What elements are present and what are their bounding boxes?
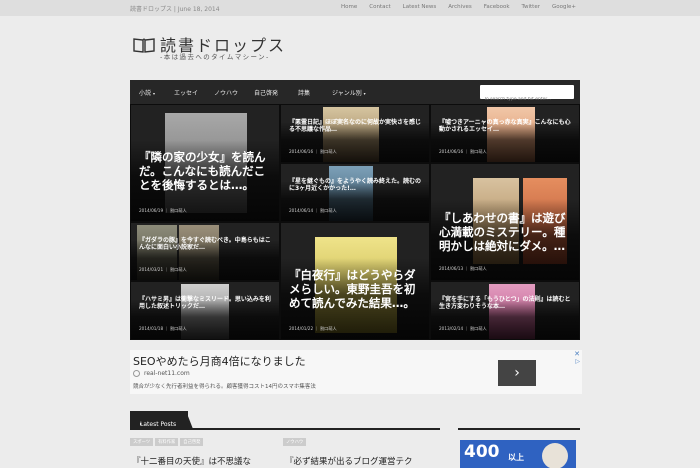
latest-posts-tab[interactable]: Latest Posts ▸ [130,411,188,429]
sidebar-ad[interactable]: 400 以上 [460,440,576,468]
ad-choices-icon[interactable]: ▷ [575,358,580,365]
caret-down-icon: ▾ [152,91,155,96]
post-tags: ノウハウ [283,438,307,446]
caret-right-icon: ▸ [140,421,143,426]
nav-item-genre[interactable]: ジャンル別 ▾ [332,88,366,97]
ad-description: 競合が少なく先行者利益を得られる。顧客獲得コスト14円のスマホ集客法 [133,384,316,390]
sidebar-divider [458,428,580,430]
search-box [480,85,574,107]
top-link-facebook[interactable]: Facebook [484,4,510,10]
top-link-google-plus[interactable]: Google+ [552,4,576,10]
tile-meta: 2014/06/16 ｜ 割口萌人 [289,149,337,154]
site-header: 読書ドロップス -本は過去へのタイムマシーン- [130,30,430,70]
post-title[interactable]: 『十二番目の天使』は不思議な [132,455,251,467]
featured-tile[interactable]: 『嘘つきアーニャの真っ赤な真実』こんなにも心動かされるエッセイ… 2014/06… [430,104,580,163]
featured-tile[interactable]: 『宮を手にする「もうひとつ」の法則』は読むと生き方変わりそうな本… 2013/0… [430,281,580,340]
post-tag[interactable]: スポーツ [130,438,154,446]
nav-item-genre-label: ジャンル別 [332,90,362,97]
tile-title[interactable]: 『星を継ぐもの』をようやく読み終えた。読むのに3ヶ月近くかかった!… [289,178,423,192]
sidebar-ad-text: 以上 [508,453,524,462]
top-link-twitter[interactable]: Twitter [522,4,540,10]
site-logo-subtitle: -本は過去へのタイムマシーン- [160,53,270,61]
close-icon[interactable]: ✕ [574,350,580,358]
top-link-contact[interactable]: Contact [369,4,390,10]
featured-tile[interactable]: 『しあわせの書』は遊び心満載のミステリー。種明かしは絶対にダメ。… 2014/0… [430,163,580,281]
top-brand: 読書ドロップス [130,6,173,13]
top-link-archives[interactable]: Archives [448,4,471,10]
nav-item-novel[interactable]: 小説 ▾ [139,88,155,97]
tile-title[interactable]: 『隣の家の少女』を読んだ。こんなにも読んだことを後悔するとは…。 [139,150,273,192]
featured-grid: 『隣の家の少女』を読んだ。こんなにも読んだことを後悔するとは…。 2014/06… [130,104,580,340]
globe-icon [133,370,140,377]
tile-title[interactable]: 『白夜行』はどうやらダメらしい。東野圭吾を初めて読んでみた結果…。 [289,268,423,310]
latest-posts-tab-angle [186,411,193,429]
tile-meta: 2014/06/13 ｜ 割口萌人 [439,266,487,271]
tile-meta: 2014/06/19 ｜ 割口萌人 [139,208,187,213]
featured-tile[interactable]: 『星を継ぐもの』をようやく読み終えた。読むのに3ヶ月近くかかった!… 2014/… [280,163,430,222]
tile-meta: 2014/06/14 ｜ 割口萌人 [289,208,337,213]
book-icon [133,38,155,53]
tile-title[interactable]: 『嘘つきアーニャの真っ赤な真実』こんなにも心動かされるエッセイ… [439,119,573,133]
tile-meta: 2014/06/16 ｜ 割口萌人 [439,149,487,154]
nav-item-novel-label: 小説 [139,90,152,97]
tile-title[interactable]: 『悪霊日記』ほぼ実名なのに何故か実快さを感じる不思議な作品… [289,119,423,133]
post-tag[interactable]: 有料作家 [155,438,179,446]
featured-tile[interactable]: 『ハサミ男』は衝撃なミスリード。思い込みを利用した叙述トリックだ… 2014/0… [130,281,280,340]
featured-tile[interactable]: 『白夜行』はどうやらダメらしい。東野圭吾を初めて読んでみた結果…。 2014/0… [280,222,430,340]
top-bar: 読書ドロップス | June 18, 2014 Home Contact Lat… [0,0,700,16]
top-links: Home Contact Latest News Archives Facebo… [329,4,576,10]
nav-item-essay[interactable]: エッセイ [174,88,198,97]
tile-title[interactable]: 『しあわせの書』は遊び心満載のミステリー。種明かしは絶対にダメ。… [439,211,573,253]
ad-banner[interactable]: SEOやめたら月商4倍になりました real-net11.com 競合が少なく先… [130,350,582,394]
tile-title[interactable]: 『ガダラの豚』を今すぐ読むべき。中島らもはこんなに面白い小説家だ… [139,237,273,251]
tile-meta: 2014/01/18 ｜ 割口萌人 [139,326,187,331]
nav-item-knowhow[interactable]: ノウハウ [214,88,238,97]
featured-tile[interactable]: 『隣の家の少女』を読んだ。こんなにも読んだことを後悔するとは…。 2014/06… [130,104,280,222]
nav-item-self-help[interactable]: 自己啓発 [254,88,278,97]
post-tag[interactable]: 自己啓発 [180,438,204,446]
top-brand-date: 読書ドロップス | June 18, 2014 [130,6,220,13]
post-tags: スポーツ 有料作家 自己啓発 [130,438,204,446]
latest-posts-label-text: Latest Posts [140,421,177,428]
tile-title[interactable]: 『宮を手にする「もうひとつ」の法則』は読むと生き方変わりそうな本… [439,296,573,310]
person-photo [542,443,568,468]
top-date: June 18, 2014 [177,6,220,13]
ad-arrow-button[interactable]: › [498,360,536,386]
featured-tile[interactable]: 『悪霊日記』ほぼ実名なのに何故か実快さを感じる不思議な作品… 2014/06/1… [280,104,430,163]
nav-item-poetry[interactable]: 詩集 [298,88,310,97]
ad-url[interactable]: real-net11.com [144,370,190,377]
sidebar-ad-number: 400 [464,442,500,462]
main-nav: 小説 ▾ エッセイ ノウハウ 自己啓発 詩集 ジャンル別 ▾ [130,80,580,107]
top-link-latest-news[interactable]: Latest News [403,4,437,10]
featured-tile[interactable]: 『ガダラの豚』を今すぐ読むべき。中島らもはこんなに面白い小説家だ… 2014/0… [130,222,280,281]
post-tag[interactable]: ノウハウ [283,438,307,446]
top-link-home[interactable]: Home [341,4,357,10]
tile-meta: 2014/01/22 ｜ 割口萌人 [289,326,337,331]
ad-headline[interactable]: SEOやめたら月商4倍になりました [133,353,306,369]
caret-down-icon: ▾ [363,91,366,96]
post-title[interactable]: 『必ず結果が出るブログ運営テク [285,455,413,467]
tile-meta: 2013/02/14 ｜ 割口萌人 [439,326,487,331]
tile-meta: 2014/03/21 ｜ 割口萌人 [139,267,187,272]
tile-title[interactable]: 『ハサミ男』は衝撃なミスリード。思い込みを利用した叙述トリックだ… [139,296,273,310]
